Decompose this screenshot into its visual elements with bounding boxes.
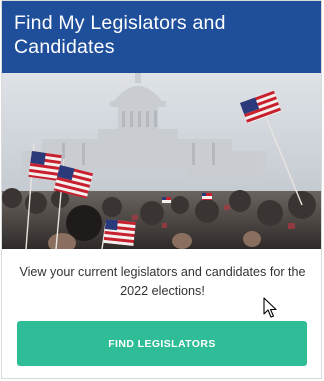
legislator-finder-card: Find My Legislators and Candidates View … <box>1 0 322 379</box>
mouse-pointer-icon <box>263 297 277 318</box>
card-title: Find My Legislators and Candidates <box>14 12 226 58</box>
find-legislators-button[interactable]: FIND LEGISLATORS <box>17 321 307 366</box>
card-header: Find My Legislators and Candidates <box>2 1 321 73</box>
card-description: View your current legislators and candid… <box>19 265 306 298</box>
capitol-flags-photo <box>2 73 321 249</box>
